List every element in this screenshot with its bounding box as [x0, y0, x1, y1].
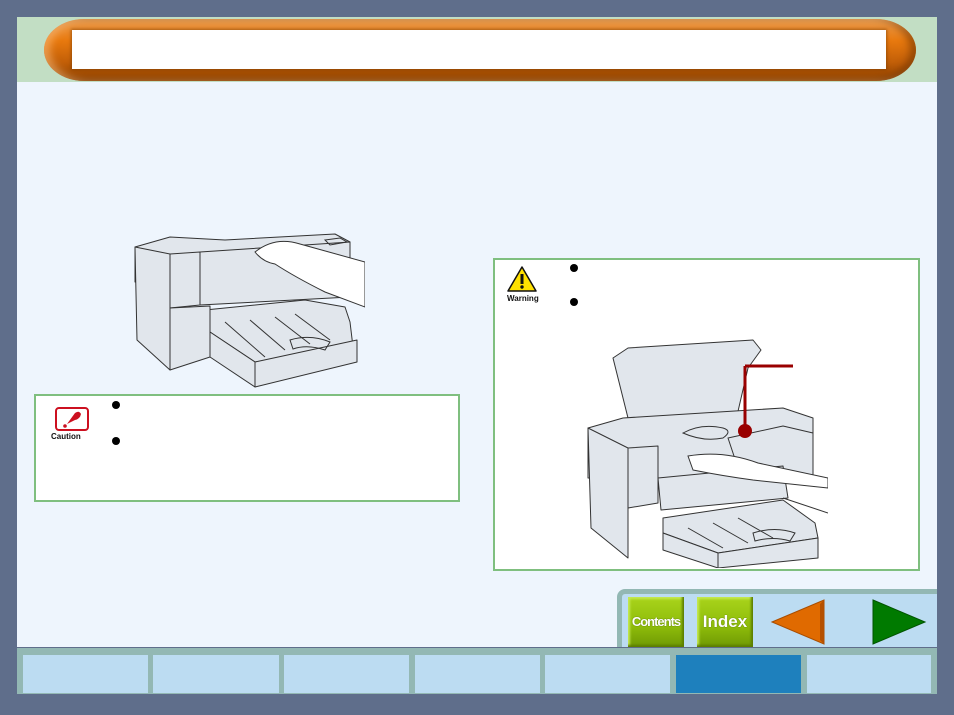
arrow-left-icon[interactable]: [770, 598, 826, 646]
warning-bullet-2: [570, 298, 578, 306]
caution-label: Caution: [51, 432, 81, 441]
nav-tab-7[interactable]: [807, 655, 931, 693]
caution-bullet-2: [112, 437, 120, 445]
warning-bullet-1: [570, 264, 578, 272]
index-button[interactable]: Index: [697, 597, 753, 647]
nav-tab-5[interactable]: [545, 655, 670, 693]
printer-open-illustration: [587, 339, 828, 568]
nav-tab-1[interactable]: [23, 655, 148, 693]
caution-bullet-1: [112, 401, 120, 409]
callout-marker: [738, 424, 752, 438]
nav-tab-2[interactable]: [153, 655, 279, 693]
caution-icon: [55, 407, 89, 431]
printer-closed-illustration: [134, 233, 365, 388]
nav-tab-3[interactable]: [284, 655, 409, 693]
warning-triangle-icon: [507, 266, 537, 292]
nav-tab-4[interactable]: [415, 655, 540, 693]
page-title: [72, 30, 886, 69]
warning-box: Warning: [493, 258, 920, 571]
caution-box: Caution: [34, 394, 460, 502]
warning-label: Warning: [507, 294, 539, 303]
contents-button[interactable]: Contents: [628, 597, 684, 647]
nav-tab-6[interactable]: [676, 655, 801, 693]
arrow-right-icon[interactable]: [871, 598, 927, 646]
